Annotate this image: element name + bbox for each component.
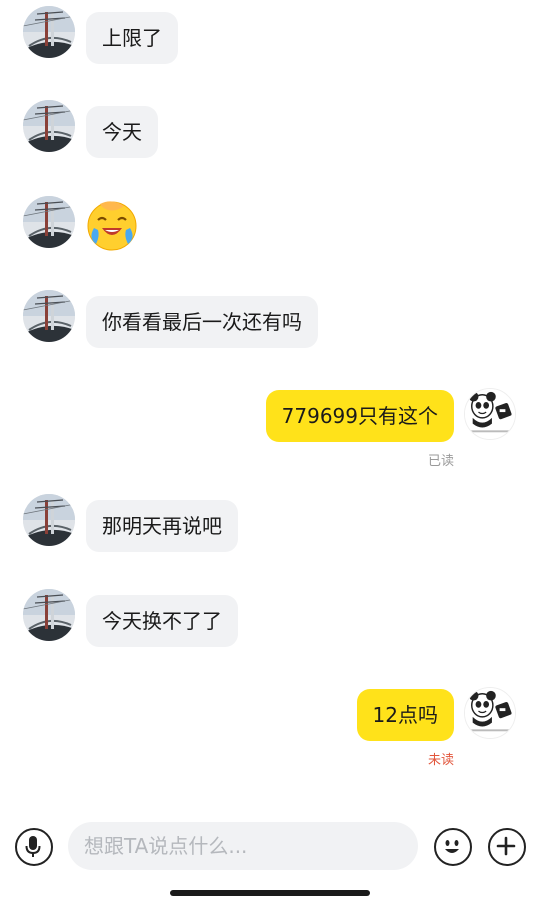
crying-laughing-face-emoji[interactable]: [86, 200, 138, 252]
message-row-incoming: 上限了: [0, 6, 540, 68]
unread-status: 未读: [427, 753, 454, 768]
contact-avatar-image: [23, 589, 75, 641]
message-row-incoming: [0, 196, 540, 256]
message-row-incoming: 今天: [0, 100, 540, 162]
contact-avatar[interactable]: [23, 6, 75, 58]
message-input[interactable]: [68, 822, 418, 870]
message-input-bar: [0, 820, 540, 872]
my-avatar-image: [465, 688, 515, 738]
smiley-face-icon[interactable]: [434, 828, 472, 866]
contact-avatar-image: [23, 290, 75, 342]
contact-avatar-image: [23, 196, 75, 248]
message-bubble-outgoing[interactable]: 779699只有这个: [265, 390, 454, 442]
message-bubble-incoming[interactable]: 你看看最后一次还有吗: [86, 296, 318, 348]
message-row-incoming: 那明天再说吧: [0, 494, 540, 556]
contact-avatar-image: [23, 6, 75, 58]
contact-avatar[interactable]: [23, 196, 75, 248]
message-row-outgoing: 12点吗 未读: [0, 687, 540, 769]
contact-avatar[interactable]: [23, 589, 75, 641]
my-avatar[interactable]: [464, 687, 516, 739]
microphone-icon[interactable]: [15, 828, 53, 866]
my-avatar[interactable]: [464, 388, 516, 440]
contact-avatar-image: [23, 494, 75, 546]
message-bubble-incoming[interactable]: 今天: [86, 106, 158, 158]
message-row-outgoing: 779699只有这个 已读: [0, 388, 540, 470]
chat-message-list: 上限了 今天 你看看最后一次还有吗 779699只有这个 已读 那明天再说吧 今…: [0, 0, 540, 800]
contact-avatar[interactable]: [23, 494, 75, 546]
message-bubble-incoming[interactable]: 上限了: [86, 12, 178, 64]
contact-avatar[interactable]: [23, 100, 75, 152]
read-status: 已读: [427, 454, 454, 469]
message-bubble-outgoing[interactable]: 12点吗: [356, 689, 454, 741]
contact-avatar[interactable]: [23, 290, 75, 342]
contact-avatar-image: [23, 100, 75, 152]
message-row-incoming: 今天换不了了: [0, 589, 540, 651]
plus-icon[interactable]: [488, 828, 526, 866]
message-bubble-incoming[interactable]: 今天换不了了: [86, 595, 238, 647]
home-indicator[interactable]: [170, 890, 370, 896]
message-bubble-incoming[interactable]: 那明天再说吧: [86, 500, 238, 552]
my-avatar-image: [465, 389, 515, 439]
message-row-incoming: 你看看最后一次还有吗: [0, 290, 540, 352]
